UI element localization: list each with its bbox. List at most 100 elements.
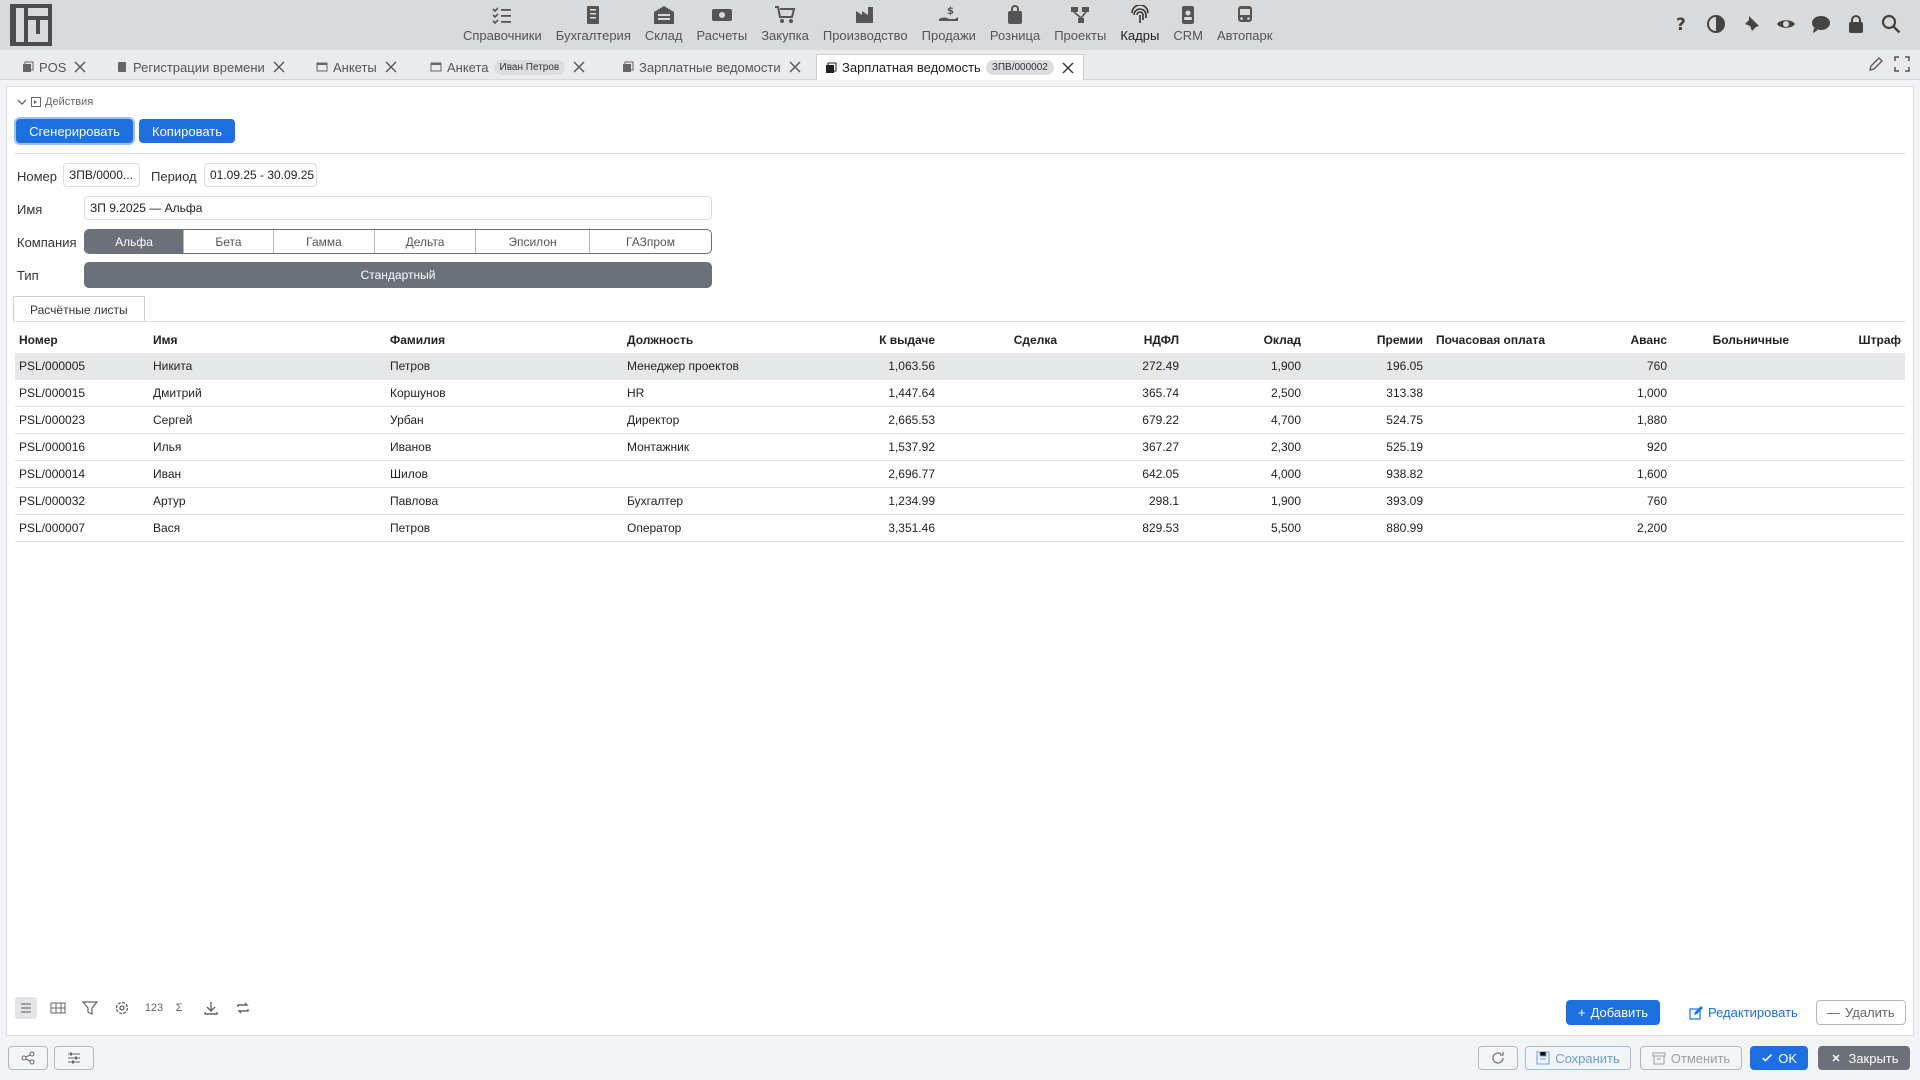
table-row[interactable]: PSL/000014 Иван Шилов 2,696.77 642.05 4,000 93… <box>15 461 1905 488</box>
column-header[interactable]: Сделка <box>935 327 1057 353</box>
close-icon[interactable] <box>788 60 802 74</box>
list-view-icon[interactable] <box>15 997 37 1019</box>
table-cell: 313.38 <box>1386 386 1423 400</box>
totals-toggle[interactable]: 123 Σ <box>143 997 190 1019</box>
lock-icon[interactable] <box>1845 13 1867 35</box>
share-icon <box>21 1051 35 1065</box>
nav-item-kadry[interactable]: Кадры <box>1120 0 1159 50</box>
close-icon[interactable] <box>384 60 398 74</box>
nav-item-raschety[interactable]: Расчеты <box>696 0 747 50</box>
search-icon[interactable] <box>1880 13 1902 35</box>
download-icon[interactable] <box>200 997 222 1019</box>
reload-button[interactable] <box>1478 1046 1518 1070</box>
column-header[interactable]: Почасовая оплата <box>1423 327 1545 353</box>
table-row[interactable]: PSL/000007 Вася Петров Оператор 3,351.46 829.… <box>15 515 1905 542</box>
nav-item-proekty[interactable]: Проекты <box>1054 0 1106 50</box>
nav-item-sklad[interactable]: Склад <box>645 0 682 50</box>
column-header[interactable]: Больничные <box>1667 327 1789 353</box>
check-icon <box>1762 1053 1773 1062</box>
period-field[interactable]: 01.09.25 - 30.09.25 <box>204 163 317 187</box>
cancel-button[interactable]: Отменить <box>1640 1046 1742 1070</box>
close-icon[interactable] <box>572 60 586 74</box>
number-field[interactable]: ЗПВ/0000... <box>63 163 140 187</box>
company-option-delta[interactable]: Дельта <box>375 230 476 253</box>
nav-item-roznica[interactable]: Розница <box>990 0 1040 50</box>
table-cell: 4,700 <box>1270 413 1301 427</box>
table-row[interactable]: PSL/000015 Дмитрий Коршунов HR 1,447.64 365.7… <box>15 380 1905 407</box>
name-field[interactable]: ЗП 9.2025 — Альфа <box>84 196 712 220</box>
add-button[interactable]: + Добавить <box>1566 1000 1661 1025</box>
table-cell <box>935 515 1057 541</box>
number-label: Номер <box>17 169 58 184</box>
settings-icon[interactable] <box>111 997 133 1019</box>
column-header[interactable]: НДФЛ <box>1057 327 1179 353</box>
nav-item-avtopark[interactable]: Автопарк <box>1217 0 1272 50</box>
nav-item-prodazhi[interactable]: $ Продажи <box>922 0 976 50</box>
type-selector[interactable]: Стандартный <box>84 262 712 288</box>
column-header[interactable]: Оклад <box>1179 327 1301 353</box>
table-cell: Оператор <box>627 521 682 535</box>
table-cell: PSL/000007 <box>19 521 86 535</box>
tab-questionnaire[interactable]: Анкета Иван Петров <box>422 54 594 80</box>
app-logo[interactable] <box>10 4 52 46</box>
grid-view-icon[interactable] <box>47 997 69 1019</box>
share-button[interactable] <box>8 1046 48 1070</box>
fullscreen-icon[interactable] <box>1894 56 1910 72</box>
nav-item-zakupka[interactable]: Закупка <box>761 0 809 50</box>
tab-time-registrations[interactable]: Регистрации времени <box>108 54 294 80</box>
filter-icon[interactable] <box>79 997 101 1019</box>
column-header[interactable]: Номер <box>19 327 58 353</box>
column-header[interactable]: Штраф <box>1789 327 1901 353</box>
close-icon[interactable] <box>272 60 286 74</box>
table-row[interactable]: PSL/000032 Артур Павлова Бухгалтер 1,234.99 2… <box>15 488 1905 515</box>
table-cell: 760 <box>1646 359 1667 373</box>
company-option-epsilon[interactable]: Эпсилон <box>476 230 590 253</box>
company-option-gamma[interactable]: Гамма <box>274 230 375 253</box>
chat-icon[interactable] <box>1810 13 1832 35</box>
help-icon[interactable]: ? <box>1670 13 1692 35</box>
totals-label: 123 <box>144 1002 164 1014</box>
nav-item-buhgalteriya[interactable]: Бухгалтерия <box>556 0 631 50</box>
generate-button[interactable]: Сгенерировать <box>16 119 133 143</box>
tab-pos[interactable]: POS <box>14 54 95 80</box>
company-option-alpha[interactable]: Альфа <box>85 230 184 253</box>
eye-icon[interactable] <box>1775 13 1797 35</box>
nav-item-label: Производство <box>822 28 908 43</box>
column-header[interactable]: Фамилия <box>390 327 445 353</box>
pencil-icon[interactable] <box>1868 56 1884 72</box>
edit-button[interactable]: Редактировать <box>1689 1000 1798 1025</box>
column-header[interactable]: Должность <box>627 327 693 353</box>
save-button[interactable]: Сохранить <box>1525 1046 1631 1070</box>
delete-button[interactable]: — Удалить <box>1816 1000 1906 1025</box>
options-button[interactable] <box>54 1046 94 1070</box>
close-button[interactable]: Закрыть <box>1818 1046 1910 1070</box>
ok-button[interactable]: OK <box>1750 1046 1808 1070</box>
tab-payroll[interactable]: Зарплатная ведомость ЗПВ/000002 <box>816 54 1084 80</box>
table-row[interactable]: PSL/000023 Сергей Урбан Директор 2,665.53 679… <box>15 407 1905 434</box>
table-row[interactable]: PSL/000016 Илья Иванов Монтажник 1,537.92 367… <box>15 434 1905 461</box>
company-option-gazprom[interactable]: ГАЗпром <box>590 230 711 253</box>
close-icon[interactable] <box>73 60 87 74</box>
nav-item-crm[interactable]: CRM <box>1173 0 1203 50</box>
theme-contrast-icon[interactable] <box>1705 13 1727 35</box>
column-header[interactable]: Премии <box>1301 327 1423 353</box>
tab-payroll-list[interactable]: Зарплатные ведомости <box>614 54 810 80</box>
refresh-loop-icon[interactable] <box>232 997 254 1019</box>
actions-toggle[interactable]: Действия <box>17 96 93 108</box>
column-header[interactable]: Аванс <box>1545 327 1667 353</box>
table-cell <box>1789 488 1901 514</box>
copy-button[interactable]: Копировать <box>139 119 235 143</box>
table-row[interactable]: PSL/000005 Никита Петров Менеджер проектов 1… <box>15 353 1905 380</box>
nav-item-proizvodstvo[interactable]: Производство <box>823 0 908 50</box>
nav-item-spravochniki[interactable]: Справочники <box>463 0 542 50</box>
svg-text:?: ? <box>1676 15 1686 34</box>
tab-questionnaires[interactable]: Анкеты <box>308 54 406 80</box>
company-option-beta[interactable]: Бета <box>184 230 274 253</box>
nav-item-label: Продажи <box>921 28 976 43</box>
close-icon[interactable] <box>1061 61 1075 75</box>
tab-payslips[interactable]: Расчётные листы <box>13 296 145 322</box>
column-header[interactable]: К выдаче <box>795 327 935 353</box>
column-header[interactable]: Имя <box>153 327 178 353</box>
table-cell <box>1789 515 1901 541</box>
pin-icon[interactable] <box>1740 13 1762 35</box>
